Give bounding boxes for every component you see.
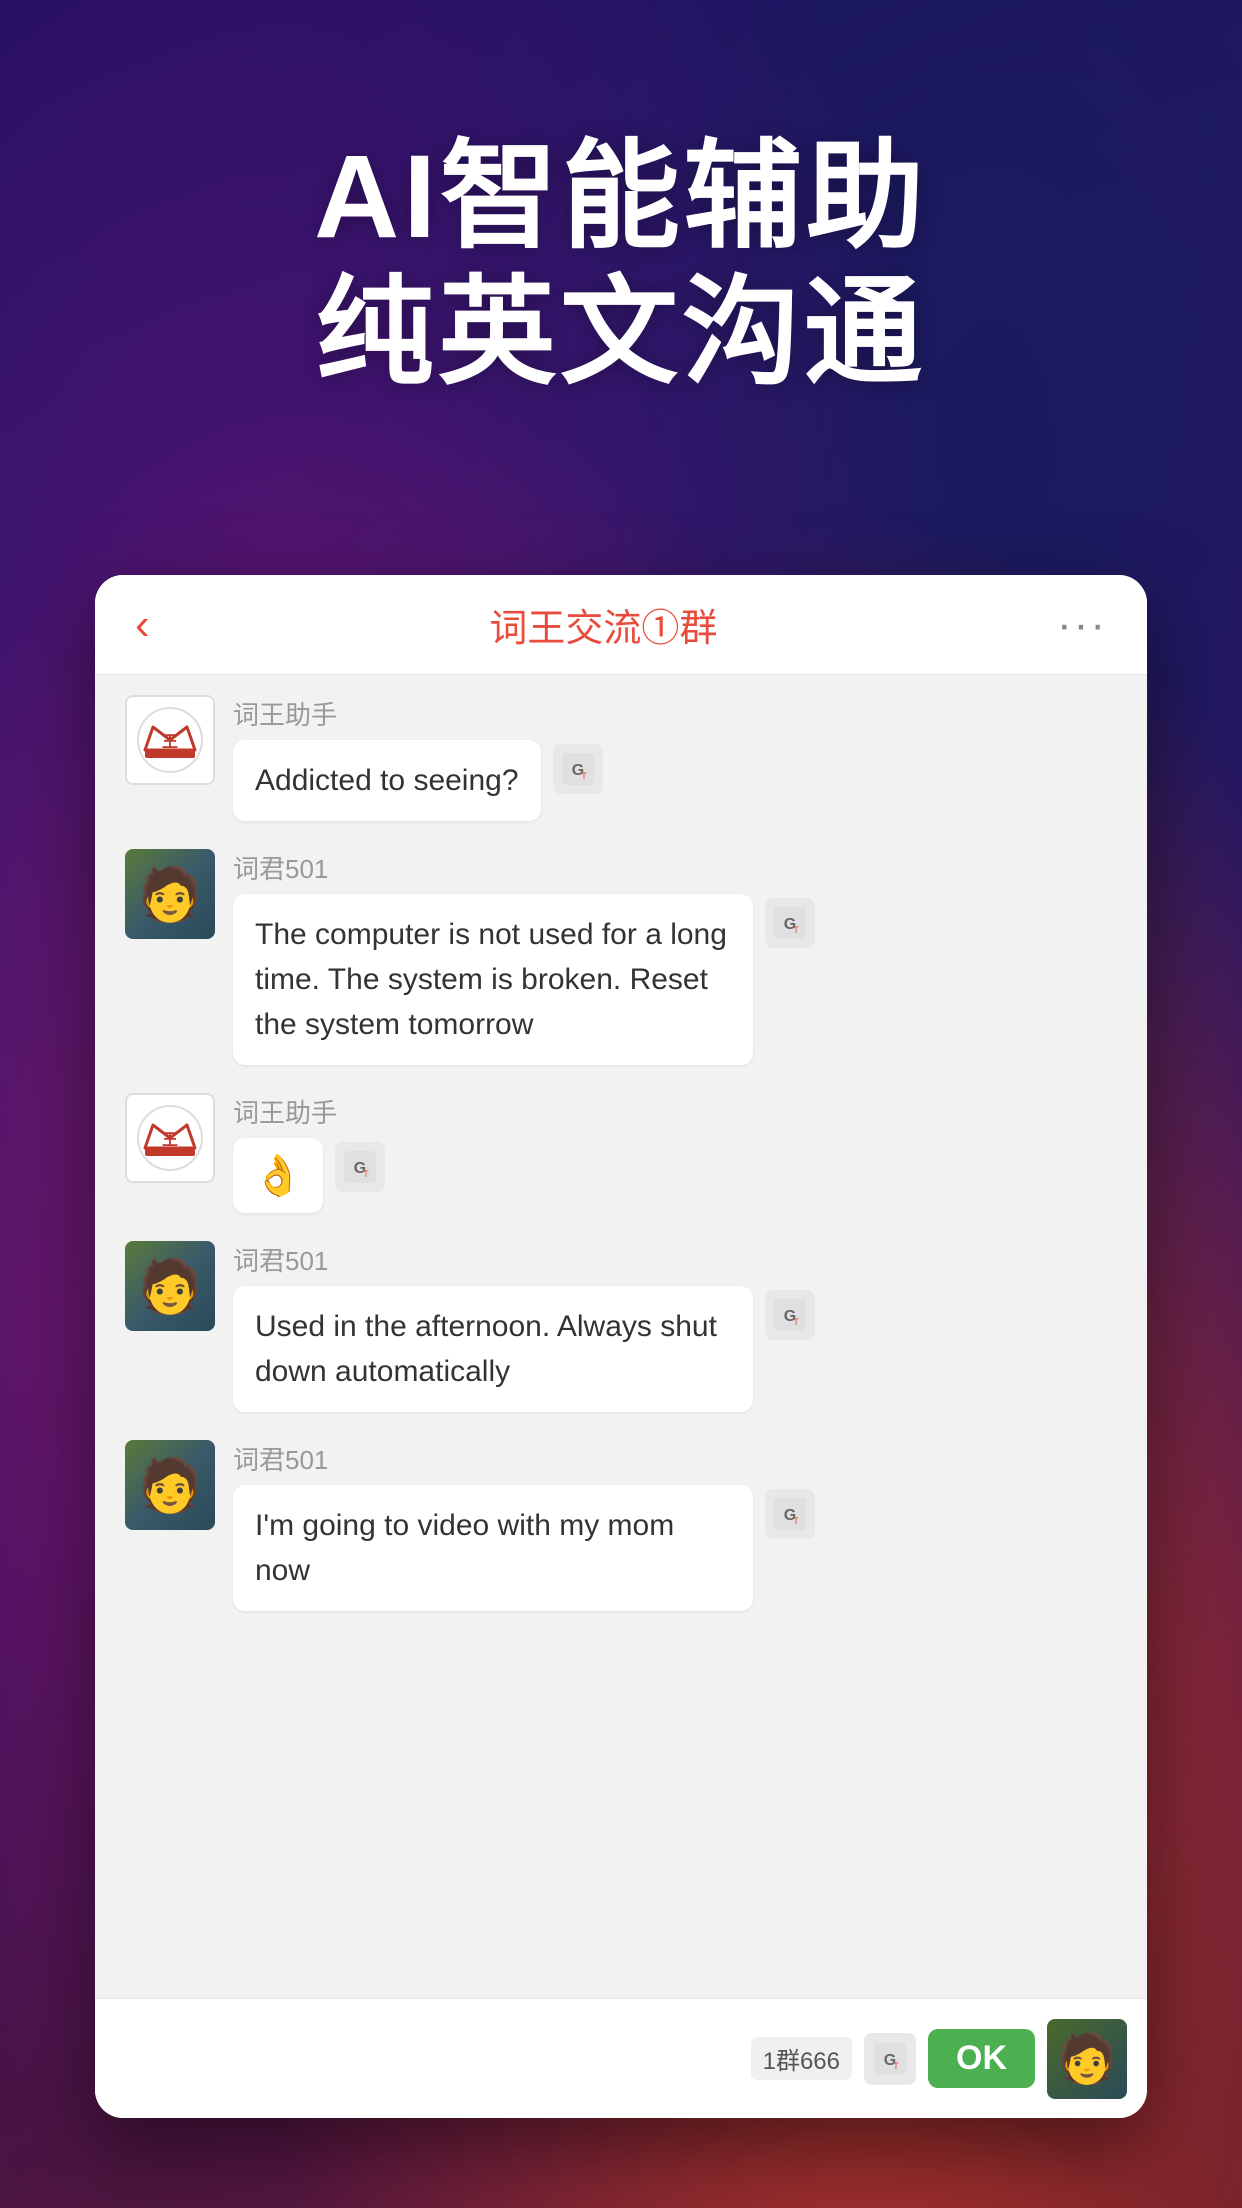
translate-icon[interactable]: G T	[335, 1142, 385, 1192]
svg-text:T: T	[793, 1516, 799, 1526]
avatar: 王	[125, 695, 215, 785]
message-content: 词君501 I'm going to video with my mom now…	[233, 1440, 1117, 1611]
group-badge: 1群666	[751, 2037, 852, 2080]
bubble-row: I'm going to video with my mom now G T	[233, 1485, 1117, 1611]
chat-body: 王 词王助手 Addicted to seeing? G T	[95, 675, 1147, 1998]
emoji-bubble: 👌	[233, 1138, 323, 1213]
svg-text:T: T	[581, 771, 587, 781]
svg-text:T: T	[793, 925, 799, 935]
translate-icon[interactable]: G T	[765, 1290, 815, 1340]
sender-name: 词王助手	[233, 695, 1117, 732]
message-content: 词君501 The computer is not used for a lon…	[233, 849, 1117, 1065]
bubble-row: Addicted to seeing? G T	[233, 740, 1117, 821]
sender-name: 词君501	[233, 1440, 1117, 1477]
message-bubble: The computer is not used for a long time…	[233, 894, 753, 1065]
message-row: 🧑 词君501 Used in the afternoon. Always sh…	[125, 1241, 1117, 1412]
bubble-row: Used in the afternoon. Always shut down …	[233, 1286, 1117, 1412]
avatar: 🧑	[125, 1440, 215, 1530]
message-content: 词君501 Used in the afternoon. Always shut…	[233, 1241, 1117, 1412]
translate-icon[interactable]: G T	[553, 744, 603, 794]
svg-text:王: 王	[162, 1131, 178, 1149]
message-row: 王 词王助手 👌 G T	[125, 1093, 1117, 1213]
svg-text:T: T	[793, 1317, 799, 1327]
message-bubble: I'm going to video with my mom now	[233, 1485, 753, 1611]
sender-name: 词君501	[233, 849, 1117, 886]
message-row: 🧑 词君501 The computer is not used for a l…	[125, 849, 1117, 1065]
back-button[interactable]: ‹	[135, 600, 150, 650]
avatar: 🧑	[125, 849, 215, 939]
translate-icon[interactable]: G T	[765, 1489, 815, 1539]
message-bubble: Used in the afternoon. Always shut down …	[233, 1286, 753, 1412]
message-row: 王 词王助手 Addicted to seeing? G T	[125, 695, 1117, 821]
bubble-row: 👌 G T	[233, 1138, 1117, 1213]
svg-text:T: T	[363, 1169, 369, 1179]
chat-bottom-bar: 1群666 G T OK 🧑	[95, 1998, 1147, 2118]
sender-name: 词君501	[233, 1241, 1117, 1278]
hero-title-line1: AI智能辅助	[0, 130, 1242, 266]
message-content: 词王助手 Addicted to seeing? G T	[233, 695, 1117, 821]
chat-title: 词王交流①群	[489, 597, 717, 652]
more-button[interactable]: ···	[1057, 600, 1107, 650]
sender-name: 词王助手	[233, 1093, 1117, 1130]
svg-text:王: 王	[162, 733, 178, 751]
translate-button-bottom[interactable]: G T	[864, 2033, 916, 2085]
chat-window: ‹ 词王交流①群 ··· 王 词王助手 Addicted to seeing?	[95, 575, 1147, 2118]
hero-title-line2: 纯英文沟通	[0, 266, 1242, 402]
svg-text:T: T	[893, 2061, 899, 2071]
avatar: 王	[125, 1093, 215, 1183]
chat-header: ‹ 词王交流①群 ···	[95, 575, 1147, 675]
ok-button[interactable]: OK	[928, 2029, 1035, 2088]
avatar: 🧑	[125, 1241, 215, 1331]
mini-avatar: 🧑	[1047, 2019, 1127, 2099]
bubble-row: The computer is not used for a long time…	[233, 894, 1117, 1065]
message-row: 🧑 词君501 I'm going to video with my mom n…	[125, 1440, 1117, 1611]
message-content: 词王助手 👌 G T	[233, 1093, 1117, 1213]
translate-icon[interactable]: G T	[765, 898, 815, 948]
message-bubble: Addicted to seeing?	[233, 740, 541, 821]
hero-title: AI智能辅助 纯英文沟通	[0, 130, 1242, 401]
